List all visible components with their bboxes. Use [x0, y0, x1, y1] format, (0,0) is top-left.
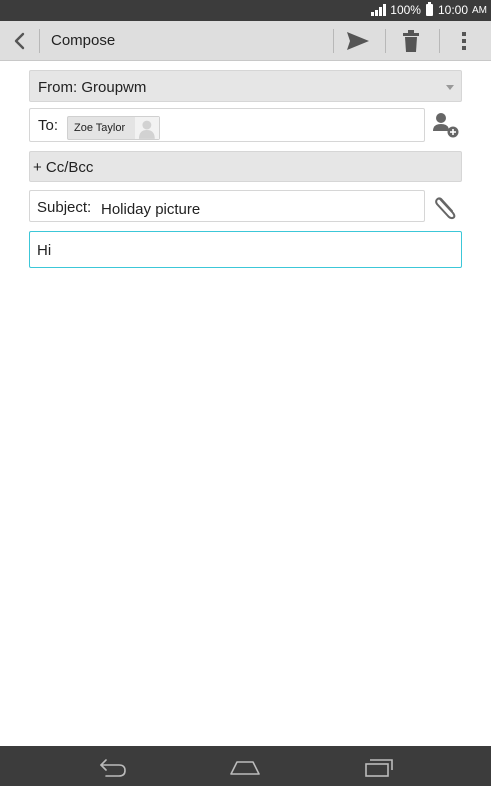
- signal-icon: [371, 4, 387, 16]
- paperclip-icon[interactable]: [432, 193, 460, 221]
- navigation-bar: [0, 746, 491, 786]
- subject-label: Subject:: [37, 199, 92, 216]
- back-arrow-icon[interactable]: [98, 756, 128, 778]
- battery-percent: 100%: [390, 3, 421, 17]
- chevron-left-icon[interactable]: [10, 30, 30, 52]
- divider: [439, 29, 440, 53]
- cc-bcc-label: + Cc/Bcc: [33, 159, 94, 176]
- recipient-name: Zoe Taylor: [74, 122, 126, 134]
- trash-icon[interactable]: [402, 29, 420, 53]
- page-title: Compose: [51, 32, 116, 49]
- dropdown-arrow-icon: [446, 85, 454, 90]
- subject-field[interactable]: Subject: Holiday picture: [29, 190, 425, 222]
- more-vertical-icon[interactable]: [460, 31, 468, 51]
- from-text: From: Groupwm: [38, 79, 146, 96]
- battery-icon: [425, 2, 433, 16]
- to-field[interactable]: To: Zoe Taylor: [29, 108, 425, 142]
- from-account-select[interactable]: From: Groupwm: [29, 70, 462, 102]
- divider: [39, 29, 40, 53]
- status-bar: 100% 10:00 AM: [0, 0, 491, 21]
- divider: [385, 29, 386, 53]
- recipient-chip[interactable]: Zoe Taylor: [67, 116, 160, 140]
- status-indicators: 100% 10:00 AM: [371, 2, 487, 17]
- cc-bcc-button[interactable]: + Cc/Bcc: [29, 151, 462, 182]
- home-icon[interactable]: [229, 756, 261, 778]
- divider: [333, 29, 334, 53]
- from-account: Groupwm: [81, 79, 147, 96]
- clock-ampm: AM: [472, 4, 487, 16]
- subject-value: Holiday picture: [101, 201, 201, 218]
- from-label: From:: [38, 79, 78, 96]
- message-body-text: Hi: [37, 242, 52, 259]
- to-label: To:: [38, 117, 59, 134]
- clock: 10:00: [437, 3, 468, 17]
- action-bar: Compose: [0, 21, 491, 61]
- recent-apps-icon[interactable]: [364, 756, 394, 778]
- send-icon[interactable]: [345, 30, 371, 52]
- contact-avatar-icon: [135, 117, 159, 139]
- add-contact-icon[interactable]: [431, 111, 461, 139]
- message-body-input[interactable]: Hi: [29, 231, 462, 268]
